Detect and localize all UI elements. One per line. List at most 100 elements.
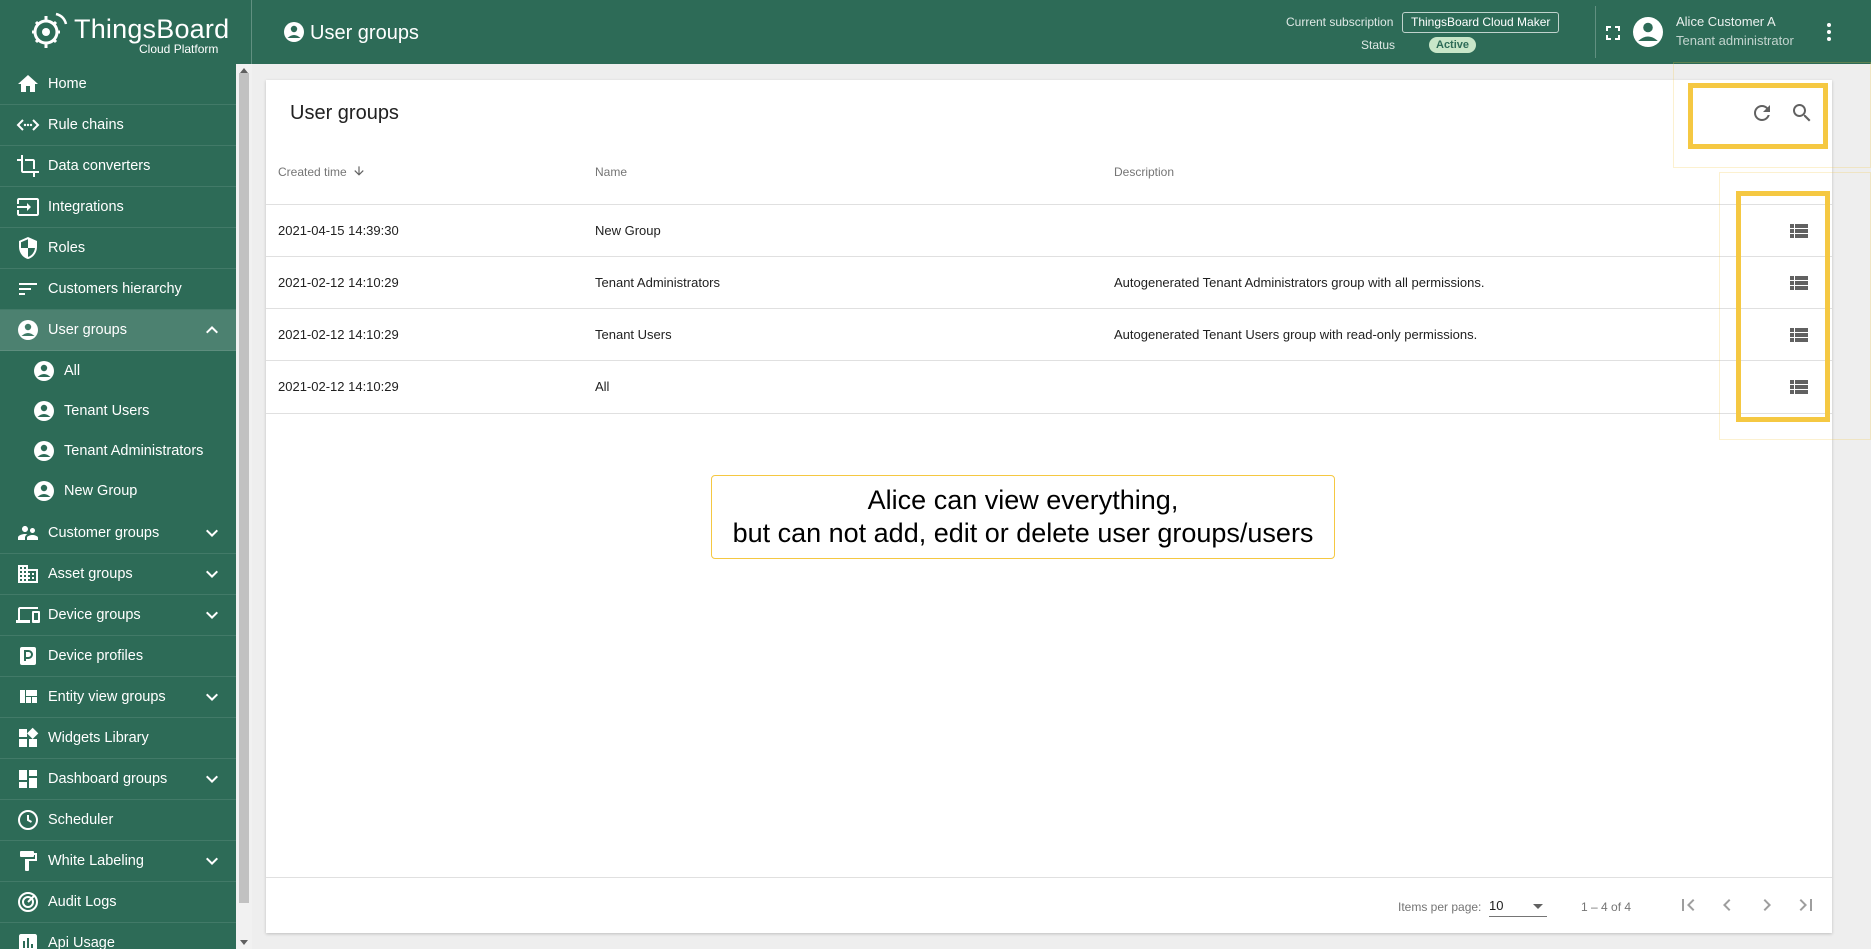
account-circle-icon xyxy=(18,320,38,340)
sidebar-item-api-usage[interactable]: Api Usage xyxy=(0,923,236,949)
sidebar-item-label: Home xyxy=(48,76,87,92)
user-avatar[interactable] xyxy=(1630,14,1666,50)
sidebar-item-label: Integrations xyxy=(48,199,124,215)
sidebar-item-label: User groups xyxy=(48,322,127,338)
description-cell: Autogenerated Tenant Users group with re… xyxy=(1114,327,1478,342)
account-circle-icon xyxy=(34,481,54,501)
sidebar-item-rule-chains[interactable]: Rule chains xyxy=(0,105,236,146)
input-icon xyxy=(17,198,39,216)
dashboard-icon xyxy=(19,770,37,788)
logo-area[interactable]: ThingsBoard Cloud Platform xyxy=(0,0,252,64)
sidebar-item-label: Device groups xyxy=(48,607,141,623)
track-changes-icon xyxy=(18,892,38,912)
sidebar-item-home[interactable]: Home xyxy=(0,64,236,105)
sidebar-item-scheduler[interactable]: Scheduler xyxy=(0,800,236,841)
sidebar-item-user-groups[interactable]: User groups xyxy=(0,310,236,351)
next-page-icon[interactable] xyxy=(1755,893,1779,917)
table-row[interactable]: 2021-04-15 14:39:30 New Group xyxy=(266,204,1832,257)
sidebar-item-label: Customers hierarchy xyxy=(48,281,182,297)
sidebar-item-device-profiles[interactable]: Device profiles xyxy=(0,636,236,677)
callout-line-1: Alice can view everything, xyxy=(867,485,1179,515)
sidebar-item-roles[interactable]: Roles xyxy=(0,228,236,269)
sidebar-subitem-all[interactable]: All xyxy=(0,351,236,391)
sidebar-item-label: Rule chains xyxy=(48,117,124,133)
chevron-down-icon[interactable] xyxy=(200,767,224,791)
last-page-icon[interactable] xyxy=(1794,893,1818,917)
table-row[interactable]: 2021-02-12 14:10:29 All xyxy=(266,360,1832,414)
subscription-chip[interactable]: ThingsBoard Cloud Maker xyxy=(1402,12,1560,33)
sidebar-item-customers-hierarchy[interactable]: Customers hierarchy xyxy=(0,269,236,310)
status-label: Status xyxy=(1361,38,1396,52)
first-page-icon[interactable] xyxy=(1676,893,1700,917)
previous-page-icon[interactable] xyxy=(1715,893,1739,917)
chevron-down-icon[interactable] xyxy=(200,562,224,586)
subscription-label: Current subscription xyxy=(1286,15,1394,29)
home-icon xyxy=(18,75,38,92)
created-time-cell: 2021-02-12 14:10:29 xyxy=(278,327,399,342)
sidebar-item-label: Scheduler xyxy=(48,812,114,828)
chevron-down-icon[interactable] xyxy=(200,521,224,545)
sidebar-subitem-tenant-administrators[interactable]: Tenant Administrators xyxy=(0,431,236,471)
logo-name: ThingsBoard xyxy=(74,14,230,44)
items-per-page-underline xyxy=(1489,916,1547,917)
sidebar-subitem-new-group[interactable]: New Group xyxy=(0,471,236,511)
sidebar-item-label: Device profiles xyxy=(48,648,144,664)
sidebar-item-widgets-library[interactable]: Widgets Library xyxy=(0,718,236,759)
created-time-cell: 2021-02-12 14:10:29 xyxy=(278,275,399,290)
sort-arrow-down-icon[interactable] xyxy=(352,164,366,178)
column-header-label: Created time xyxy=(278,165,347,179)
scroll-down-arrow[interactable] xyxy=(240,940,248,945)
items-per-page-label: Items per page: xyxy=(1398,900,1482,914)
column-header-name[interactable]: Name xyxy=(595,165,627,179)
chevron-down-icon[interactable] xyxy=(200,603,224,627)
sidebar-item-device-groups[interactable]: Device groups xyxy=(0,595,236,636)
chevron-down-icon[interactable] xyxy=(200,685,224,709)
sidebar-item-label: Dashboard groups xyxy=(48,771,168,787)
table-row[interactable]: 2021-02-12 14:10:29 Tenant Administrator… xyxy=(266,256,1832,309)
schedule-icon xyxy=(18,810,38,830)
items-per-page-select[interactable]: 10 xyxy=(1489,898,1503,913)
sidebar-item-asset-groups[interactable]: Asset groups xyxy=(0,554,236,595)
highlight-box-row-actions xyxy=(1736,191,1830,422)
account-circle-icon xyxy=(34,361,54,381)
crop-icon xyxy=(17,155,39,177)
table-row[interactable]: 2021-02-12 14:10:29 Tenant Users Autogen… xyxy=(266,308,1832,361)
user-name[interactable]: Alice Customer A xyxy=(1676,14,1776,29)
more-vert-icon[interactable] xyxy=(1817,20,1841,44)
account-circle-icon xyxy=(34,441,54,461)
sidebar-item-integrations[interactable]: Integrations xyxy=(0,187,236,228)
sidebar: Home Rule chains Data converters Integra… xyxy=(0,64,236,949)
name-cell: All xyxy=(595,379,610,394)
fullscreen-icon[interactable] xyxy=(1601,21,1625,45)
card-title: User groups xyxy=(290,102,399,124)
sidebar-item-white-labeling[interactable]: White Labeling xyxy=(0,841,236,882)
device-profile-icon xyxy=(20,647,36,665)
column-header-description[interactable]: Description xyxy=(1114,165,1174,179)
sidebar-scrollbar-thumb[interactable] xyxy=(239,73,249,903)
chevron-up-icon[interactable] xyxy=(200,318,224,342)
column-header-created-time[interactable]: Created time xyxy=(278,165,364,179)
highlight-box-toolbar xyxy=(1688,83,1828,149)
sidebar-item-data-converters[interactable]: Data converters xyxy=(0,146,236,187)
page-title: User groups xyxy=(310,22,419,44)
sidebar-item-audit-logs[interactable]: Audit Logs xyxy=(0,882,236,923)
rule-chain-icon xyxy=(16,119,40,131)
sidebar-subitem-label: Tenant Users xyxy=(64,403,150,419)
chevron-down-icon[interactable] xyxy=(200,849,224,873)
select-dropdown-arrow-icon[interactable] xyxy=(1533,904,1543,909)
sidebar-item-label: Audit Logs xyxy=(48,894,117,910)
user-role: Tenant administrator xyxy=(1676,33,1794,48)
sidebar-item-label: Roles xyxy=(48,240,86,256)
header-divider xyxy=(1595,6,1596,58)
devices-icon xyxy=(16,607,40,623)
top-bar: User groups Current subscription ThingsB… xyxy=(252,0,1871,64)
created-time-cell: 2021-04-15 14:39:30 xyxy=(278,223,399,238)
card-footer-divider xyxy=(266,877,1832,878)
sidebar-item-dashboard-groups[interactable]: Dashboard groups xyxy=(0,759,236,800)
format-paint-icon xyxy=(20,851,37,871)
sidebar-item-label: Asset groups xyxy=(48,566,133,582)
sidebar-item-entity-view-groups[interactable]: Entity view groups xyxy=(0,677,236,718)
sidebar-item-customer-groups[interactable]: Customer groups xyxy=(0,513,236,554)
sidebar-subitem-tenant-users[interactable]: Tenant Users xyxy=(0,391,236,431)
name-cell: New Group xyxy=(595,223,661,238)
